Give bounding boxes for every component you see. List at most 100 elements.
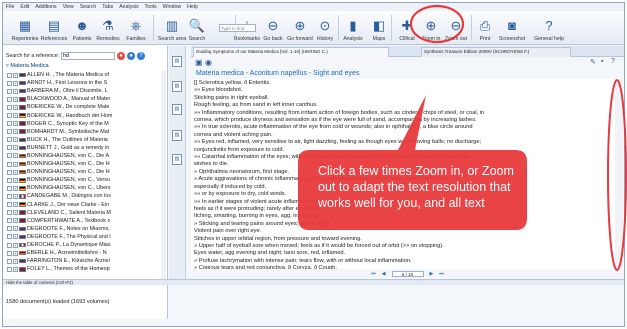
expand-icon[interactable]: +: [13, 145, 18, 151]
expand-icon[interactable]: +: [13, 193, 18, 199]
expand-icon[interactable]: +: [13, 121, 18, 127]
expand-icon[interactable]: +: [13, 266, 18, 272]
expand-icon[interactable]: +: [13, 202, 18, 208]
expand-icon[interactable]: +: [13, 177, 18, 183]
menu-help[interactable]: Help: [187, 4, 198, 10]
book-list-item[interactable]: + COWPERTHWAITE A., Textbook o: [7, 217, 165, 225]
book-list-item[interactable]: + CLEVELAND C., Salient Materia M: [7, 209, 165, 217]
search-button[interactable]: 🔍 Search: [183, 12, 211, 44]
patients-button[interactable]: ☻ Patients: [68, 12, 96, 44]
expand-icon[interactable]: +: [13, 161, 18, 167]
book-checkbox[interactable]: [7, 258, 12, 264]
menu-edit[interactable]: Edit: [20, 4, 29, 10]
prev-page-icon[interactable]: ◀: [382, 271, 386, 277]
expand-icon[interactable]: +: [13, 88, 18, 94]
go-back-button[interactable]: ⊖ Go back: [259, 12, 287, 44]
expand-icon[interactable]: +: [13, 153, 18, 159]
book-checkbox[interactable]: [7, 145, 12, 151]
clear-search-icon[interactable]: ●: [117, 52, 126, 60]
book-list-item[interactable]: + BUCK H., The Outlines of Materia: [7, 136, 165, 144]
book-checkbox[interactable]: [7, 234, 12, 240]
menu-additions[interactable]: Additions: [35, 4, 56, 10]
expand-icon[interactable]: +: [13, 72, 18, 78]
book-checkbox[interactable]: [7, 137, 12, 143]
book-list-item[interactable]: + FARRINGTON E., Klinische Arznei: [7, 257, 165, 265]
menu-search[interactable]: Search: [80, 4, 96, 10]
book-checkbox[interactable]: [7, 153, 12, 159]
analysis-button[interactable]: ▮ Analysis: [339, 12, 367, 44]
book-checkbox[interactable]: [7, 202, 12, 208]
book-list-item[interactable]: + BÖNNINGHAUSEN, von C., Die H: [7, 168, 165, 176]
book-view-icon[interactable]: ▥: [172, 56, 182, 67]
document-scrollbar[interactable]: [615, 79, 623, 269]
expand-icon[interactable]: +: [13, 218, 18, 224]
remedies-button[interactable]: ⚗ Remedies: [94, 12, 122, 44]
settings-icon[interactable]: ●: [127, 52, 136, 60]
book-list-item[interactable]: + BÖNNINGHAUSEN, von C., Die A: [7, 152, 165, 160]
book-list-item[interactable]: + BLACKWOOD A., Manual of Mater: [7, 95, 165, 103]
book-list-item[interactable]: + DEROCHE P., La Dynamique Mias: [7, 241, 165, 249]
book-checkbox[interactable]: [7, 161, 12, 167]
book-checkbox[interactable]: [7, 80, 12, 86]
navigate-icon[interactable]: ◉: [205, 58, 212, 67]
book-list-item[interactable]: + ARNDT H., First Lessons in the S: [7, 79, 165, 87]
book-checkbox[interactable]: [7, 250, 12, 256]
book-list-item[interactable]: + BOMHARDT M., Symbolische Mat: [7, 128, 165, 136]
save-icon[interactable]: ▪: [601, 58, 603, 65]
first-page-icon[interactable]: ⏮: [371, 271, 376, 277]
expand-icon[interactable]: +: [13, 80, 18, 86]
menu-analysis[interactable]: Analysis: [119, 4, 138, 10]
book-list-item[interactable]: + CLARKE J., Der neue Clarke - Ein: [7, 201, 165, 209]
tree-root-materia-medica[interactable]: ▿ Materia Medica: [6, 63, 49, 69]
book-list-item[interactable]: + BURNETT J., Gold as a remedy in: [7, 144, 165, 152]
book-checkbox[interactable]: [7, 177, 12, 183]
book-checkbox[interactable]: [7, 104, 12, 110]
tab-synthesis[interactable]: Synthesis Treasure Edition 2009V (SCHROY…: [421, 47, 571, 57]
book-checkbox[interactable]: [7, 113, 12, 119]
help-icon[interactable]: ?: [137, 52, 146, 60]
book-list-item[interactable]: + FOLEY L., Themes of the Homeop: [7, 265, 165, 273]
print-button[interactable]: ⎙ Print: [471, 12, 499, 44]
menu-window[interactable]: Window: [163, 4, 181, 10]
menu-tools[interactable]: Tools: [145, 4, 157, 10]
book-list-item[interactable]: + BÖNNINGHAUSEN, von C., Übers: [7, 184, 165, 192]
book-list-item[interactable]: + EBERLE H., Arzneimittellehre - N: [7, 249, 165, 257]
reference-search-input[interactable]: [61, 52, 116, 60]
screenshot-button[interactable]: ◙ Screenshot: [498, 12, 526, 44]
book-checkbox[interactable]: [7, 129, 12, 135]
book-checkbox[interactable]: [7, 169, 12, 175]
book-list-item[interactable]: + CANDEGABE M., Diálogos con los: [7, 192, 165, 200]
menu-file[interactable]: File: [6, 4, 14, 10]
maps-button[interactable]: ◧ Maps: [365, 12, 393, 44]
book-checkbox[interactable]: [7, 218, 12, 224]
book-checkbox[interactable]: [7, 72, 12, 78]
book-checkbox[interactable]: [7, 185, 12, 191]
hide-toc-bar[interactable]: Hide the table of contents (Ctrl+F2): [3, 279, 624, 285]
zoom-in-button[interactable]: ⊕ Zoom in: [417, 12, 445, 44]
expand-icon[interactable]: +: [13, 169, 18, 175]
book-view-icon[interactable]: ▥: [172, 104, 182, 115]
book-checkbox[interactable]: [7, 266, 12, 272]
book-list-item[interactable]: + DEGROOTE F., The Physical and I: [7, 233, 165, 241]
book-checkbox[interactable]: [7, 242, 12, 248]
next-page-icon[interactable]: ▶: [430, 271, 434, 277]
expand-icon[interactable]: +: [13, 137, 18, 143]
book-list-item[interactable]: + BÖNNINGHAUSEN, von C., Versu: [7, 176, 165, 184]
book-list-item[interactable]: + BARBERA M., Oltre il Dissimile. L: [7, 87, 165, 95]
book-checkbox[interactable]: [7, 96, 12, 102]
expand-icon[interactable]: +: [13, 96, 18, 102]
references-button[interactable]: ▤ References: [40, 12, 68, 44]
book-checkbox[interactable]: [7, 210, 12, 216]
book-view-icon[interactable]: ▥: [172, 81, 182, 92]
book-view-icon[interactable]: ▥: [172, 154, 182, 165]
book-checkbox[interactable]: [7, 226, 12, 232]
book-view-icon[interactable]: ▥: [172, 130, 182, 141]
book-list-item[interactable]: + BOERICKE W., Handbuch der Hom: [7, 111, 165, 119]
last-page-icon[interactable]: ⏭: [439, 271, 444, 277]
expand-icon[interactable]: +: [13, 185, 18, 191]
go-forward-button[interactable]: ⊕ Go forward: [286, 12, 314, 44]
book-checkbox[interactable]: [7, 121, 12, 127]
tab-hering[interactable]: Guiding Symptoms of our Materia Medica […: [193, 47, 389, 57]
book-list-item[interactable]: + BOGER C., Synoptic Key of the M: [7, 120, 165, 128]
left-scrollbar[interactable]: [161, 71, 166, 285]
